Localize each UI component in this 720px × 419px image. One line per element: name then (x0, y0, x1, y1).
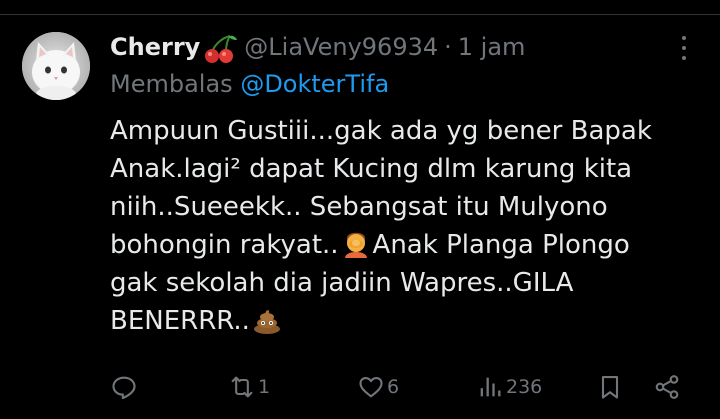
heart-icon (359, 376, 383, 398)
top-divider (0, 14, 720, 15)
tweet-line: Ampuun Gustiii...gak ada yg bener Bapak (110, 116, 652, 146)
views-button[interactable]: 236 (476, 372, 542, 402)
comment-icon (112, 376, 136, 400)
more-options-icon[interactable] (676, 36, 692, 60)
like-count: 6 (387, 376, 400, 398)
reply-mention-link[interactable]: @DokterTifa (240, 70, 389, 98)
tweet-segment: bohongin rakyat.. (110, 230, 339, 260)
tweet-line: niih..Sueeekk.. Sebangsat itu Mulyono (110, 192, 608, 222)
reply-button[interactable] (110, 372, 138, 402)
tweet-header: Cherry @LiaVeny96934 · 1 jam (110, 30, 525, 64)
retweet-icon (231, 376, 253, 398)
action-bar: 1 6 236 (0, 372, 720, 402)
tweet-line: gak sekolah dia jadiin Wapres..GILA (110, 268, 574, 298)
tweet-text: Ampuun Gustiii...gak ada yg bener Bapak … (110, 112, 710, 340)
tweet-line: BENERRR.. (110, 302, 710, 340)
avatar[interactable] (22, 32, 90, 100)
tweet-segment: Anak Planga Plongo (372, 230, 630, 260)
user-handle[interactable]: @LiaVeny96934 (244, 33, 438, 61)
separator-dot: · (444, 33, 452, 61)
reply-context: Membalas @DokterTifa (110, 70, 389, 98)
tweet-line: Anak.lagi² dapat Kucing dlm karung kita (110, 154, 633, 184)
person-facepalming-icon (344, 232, 367, 258)
cat-avatar-image (22, 32, 90, 100)
tweet-line: bohongin rakyat.. Anak Planga Plongo (110, 226, 710, 264)
post-time[interactable]: 1 jam (458, 33, 526, 61)
share-icon (655, 375, 679, 399)
bookmark-button[interactable] (596, 372, 624, 402)
pile-of-poo-icon (253, 310, 280, 334)
retweet-button[interactable]: 1 (228, 372, 270, 402)
retweet-count: 1 (258, 376, 271, 398)
bookmark-icon (601, 376, 619, 399)
share-button[interactable] (653, 372, 681, 402)
bar-chart-icon (480, 377, 501, 397)
cherries-icon (205, 35, 238, 63)
tweet-segment: BENERRR.. (110, 306, 250, 336)
like-button[interactable]: 6 (357, 372, 399, 402)
views-count: 236 (506, 376, 543, 398)
display-name[interactable]: Cherry (110, 33, 200, 61)
reply-prefix: Membalas (110, 70, 233, 98)
